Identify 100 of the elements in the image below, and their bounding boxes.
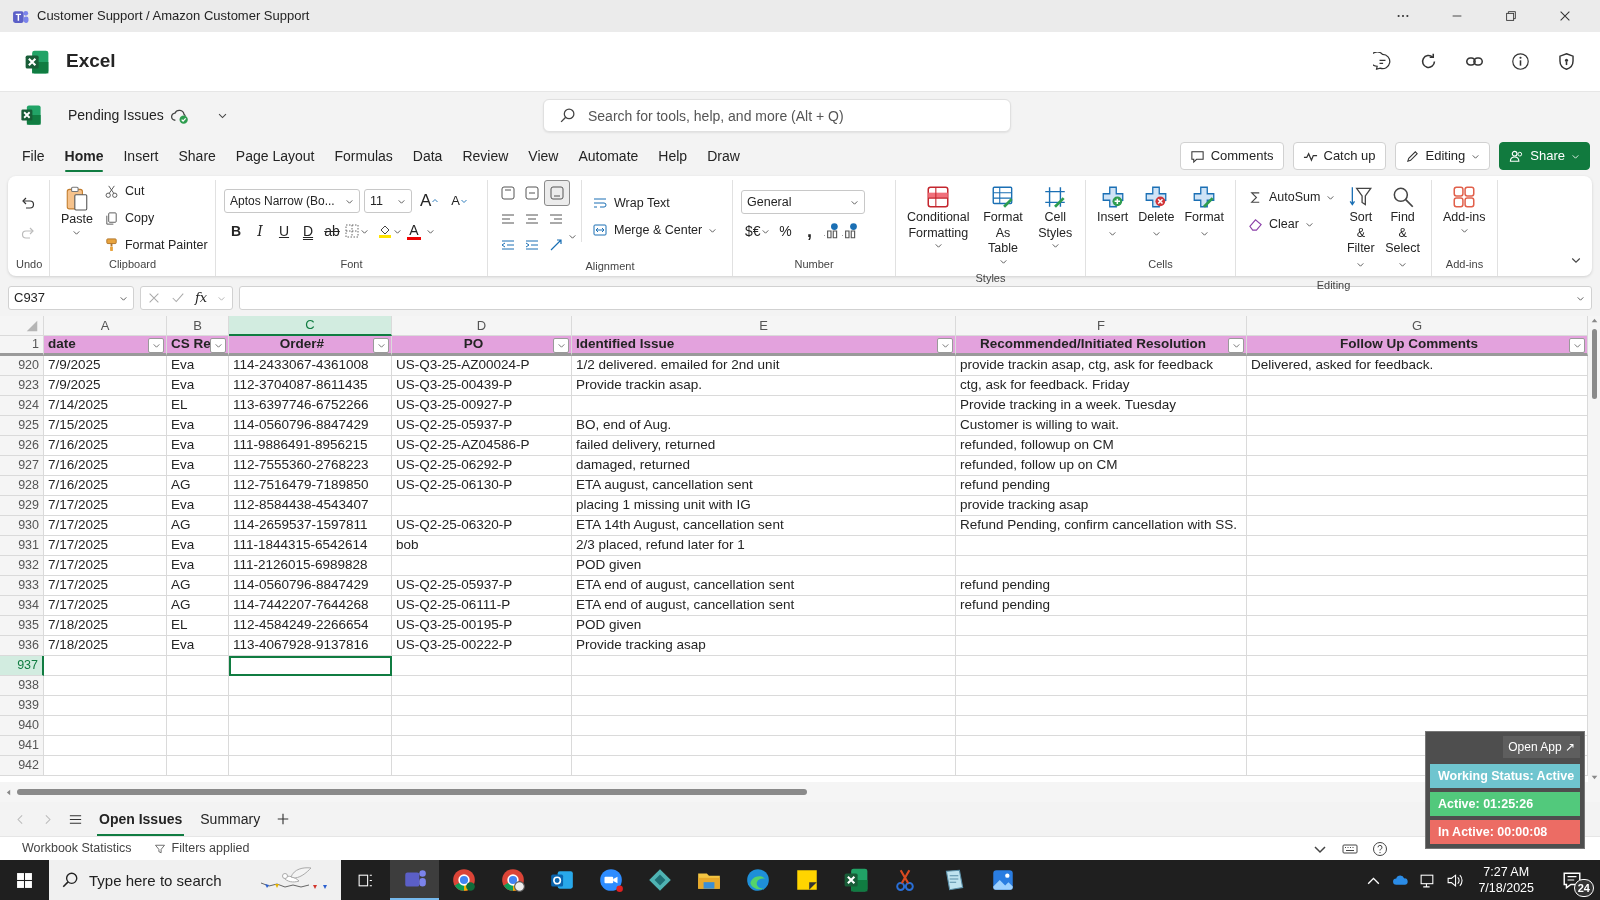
active-cell[interactable]: [229, 656, 392, 676]
info-icon[interactable]: [1511, 52, 1530, 71]
menu-tab[interactable]: Formulas: [324, 139, 403, 173]
row-number[interactable]: 925: [0, 416, 44, 436]
filter-button[interactable]: [1569, 338, 1585, 353]
clear-button[interactable]: Clear: [1244, 212, 1340, 236]
vertical-align-button[interactable]: [544, 180, 570, 206]
notifications-button[interactable]: 24: [1544, 860, 1600, 900]
shield-icon[interactable]: [1557, 52, 1576, 71]
menu-tab[interactable]: Data: [402, 139, 453, 173]
scrollbar-thumb[interactable]: [17, 789, 807, 795]
grow-font-button[interactable]: A: [416, 188, 444, 214]
row-number[interactable]: 934: [0, 596, 44, 616]
row-number[interactable]: 941: [0, 736, 44, 756]
column-header[interactable]: D: [392, 316, 572, 336]
document-name[interactable]: Pending Issues: [62, 102, 170, 128]
merge-center-button[interactable]: Merge & Center: [588, 218, 722, 242]
row-number[interactable]: 929: [0, 496, 44, 516]
row-number[interactable]: 937: [0, 656, 44, 676]
menu-tab[interactable]: Help: [648, 139, 698, 173]
menu-tab[interactable]: Draw: [697, 139, 750, 173]
menu-tab[interactable]: View: [518, 139, 569, 173]
row-number[interactable]: 927: [0, 456, 44, 476]
row-number[interactable]: 938: [0, 676, 44, 696]
menu-tab[interactable]: Share: [168, 139, 226, 173]
format-button[interactable]: Format: [1181, 180, 1227, 246]
row-number[interactable]: 936: [0, 636, 44, 656]
windows-logo-icon[interactable]: [16, 871, 33, 889]
row-number[interactable]: 924: [0, 396, 44, 416]
filter-button[interactable]: [373, 338, 389, 353]
paste-button[interactable]: Paste: [58, 180, 96, 241]
help-icon[interactable]: [1372, 840, 1388, 857]
copy-button[interactable]: Copy: [99, 206, 212, 230]
row-number[interactable]: 940: [0, 716, 44, 736]
conditional-formatting-button[interactable]: Conditional Formatting: [904, 180, 973, 255]
strikethrough-button[interactable]: ab: [320, 218, 344, 244]
row-number[interactable]: 1: [0, 336, 44, 356]
filter-button[interactable]: [1228, 338, 1244, 353]
add-ins-button[interactable]: Add-ins: [1440, 180, 1489, 239]
menu-tab[interactable]: Page Layout: [225, 139, 325, 173]
decrease-decimal-icon[interactable]: [839, 222, 858, 240]
menu-tab[interactable]: Review: [452, 139, 519, 173]
row-number[interactable]: 931: [0, 536, 44, 556]
column-header[interactable]: G: [1247, 316, 1588, 336]
italic-button[interactable]: I: [248, 218, 272, 244]
close-icon[interactable]: [1558, 9, 1572, 23]
row-number[interactable]: 920: [0, 356, 44, 376]
font-color-button[interactable]: A: [402, 218, 426, 244]
row-number[interactable]: 939: [0, 696, 44, 716]
taskbar-search-field[interactable]: Type here to search: [49, 860, 341, 900]
editing-button[interactable]: Editing: [1394, 142, 1491, 170]
restore-icon[interactable]: [1504, 9, 1518, 23]
percent-button[interactable]: %: [773, 218, 798, 244]
find-select-button[interactable]: Find & Select: [1382, 180, 1423, 277]
comma-style-button[interactable]: ,: [797, 218, 822, 244]
row-number[interactable]: 930: [0, 516, 44, 536]
row-number[interactable]: 926: [0, 436, 44, 456]
font-size-dropdown[interactable]: 11: [364, 189, 412, 213]
cell-styles-button[interactable]: Cell Styles: [1033, 180, 1077, 255]
bold-button[interactable]: B: [224, 218, 248, 244]
menu-tab[interactable]: File: [12, 139, 55, 173]
comments-button[interactable]: Comments: [1179, 142, 1284, 170]
chat-icon[interactable]: [1373, 52, 1392, 71]
add-sheet-icon[interactable]: [276, 812, 291, 826]
search-field[interactable]: Search for tools, help, and more (Alt + Q): [543, 99, 1011, 132]
row-number[interactable]: 932: [0, 556, 44, 576]
font-name-dropdown[interactable]: Aptos Narrow (Bo...: [224, 189, 360, 213]
scrollbar-thumb[interactable]: [1591, 329, 1597, 399]
currency-button[interactable]: $€: [741, 218, 774, 244]
sort-filter-button[interactable]: Sort & Filter: [1343, 180, 1379, 277]
row-number[interactable]: 933: [0, 576, 44, 596]
filter-button[interactable]: [937, 338, 953, 353]
scroll-up-icon[interactable]: [1589, 316, 1599, 325]
filter-button[interactable]: [148, 338, 164, 353]
autosum-button[interactable]: AutoSum: [1244, 186, 1340, 209]
column-header[interactable]: A: [44, 316, 167, 336]
row-number[interactable]: 942: [0, 756, 44, 776]
filter-button[interactable]: [210, 338, 226, 353]
row-number[interactable]: 935: [0, 616, 44, 636]
menu-tab[interactable]: Home: [54, 139, 114, 173]
column-header[interactable]: B: [167, 316, 229, 336]
column-header[interactable]: E: [572, 316, 956, 336]
scroll-left-icon[interactable]: [4, 787, 13, 797]
sheet-tab[interactable]: Open Issues: [97, 804, 185, 834]
fill-color-icon[interactable]: [377, 223, 393, 239]
increase-decimal-icon[interactable]: [821, 222, 840, 240]
catchup-button[interactable]: Catch up: [1292, 142, 1386, 170]
row-number[interactable]: 928: [0, 476, 44, 496]
filter-button[interactable]: [553, 338, 569, 353]
sheet-tab[interactable]: Summary: [198, 804, 263, 834]
double-underline-button[interactable]: D: [296, 218, 320, 244]
share-button[interactable]: Share: [1499, 142, 1590, 170]
insert-button[interactable]: Insert: [1094, 180, 1132, 246]
workbook-statistics-button[interactable]: Workbook Statistics: [18, 837, 136, 860]
row-number[interactable]: 923: [0, 376, 44, 396]
cut-button[interactable]: Cut: [99, 180, 212, 203]
filters-applied-button[interactable]: Filters applied: [149, 837, 254, 860]
open-app-button[interactable]: Open App ↗: [1503, 736, 1580, 758]
delete-button[interactable]: Delete: [1135, 180, 1178, 246]
shrink-font-button[interactable]: A: [447, 188, 472, 214]
